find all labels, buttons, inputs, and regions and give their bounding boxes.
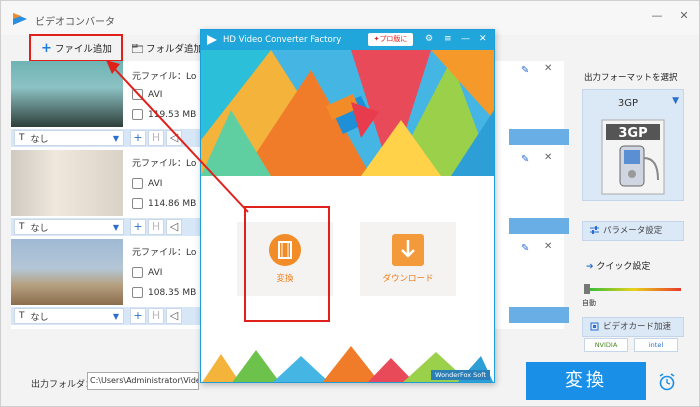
annotation-arrow: [106, 60, 249, 213]
